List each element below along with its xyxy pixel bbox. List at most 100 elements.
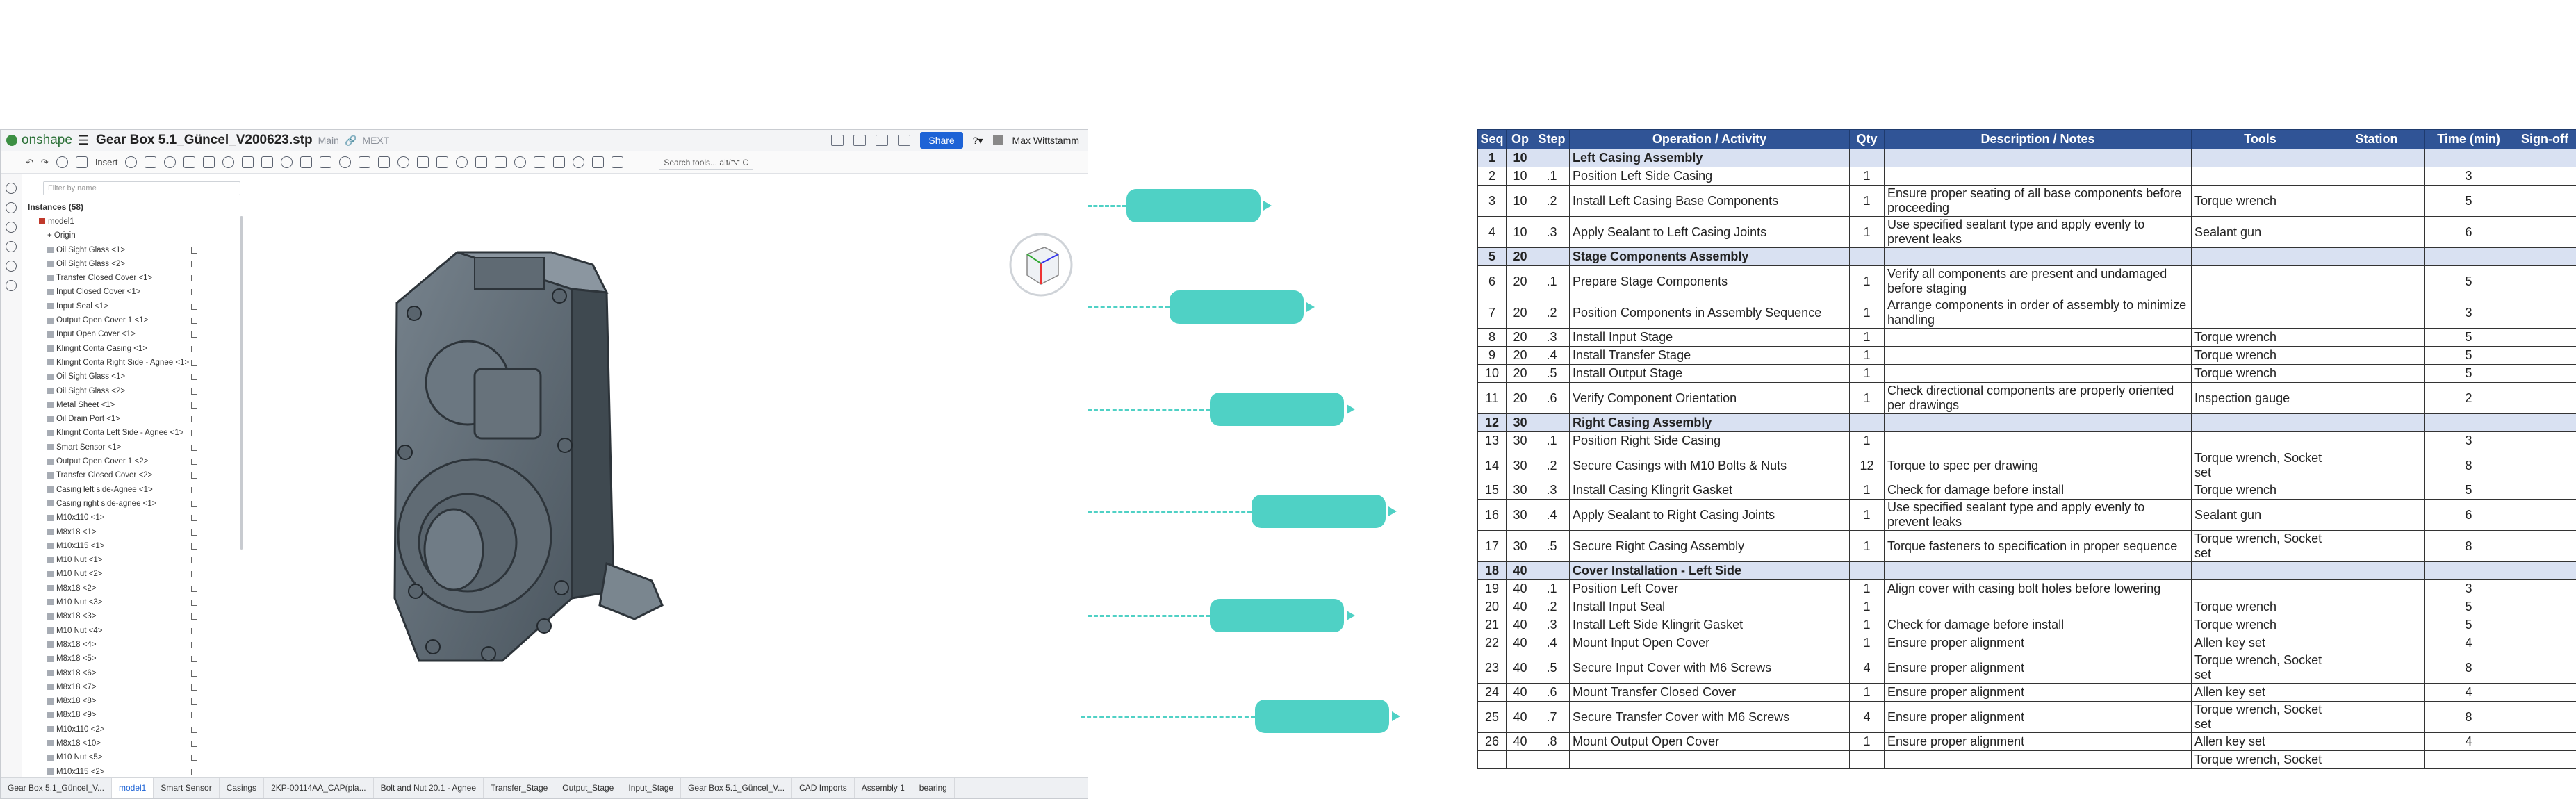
gearbox-model[interactable] [245,174,1088,779]
tool-11-icon[interactable] [320,156,332,168]
cell-tools[interactable] [2191,149,2329,167]
cell-desc[interactable]: Use specified sealant type and apply eve… [1884,216,2192,248]
cell-op[interactable]: 30 [1506,481,1534,500]
cell-activity[interactable]: Mount Transfer Closed Cover [1569,683,1850,702]
cell-qty[interactable] [1849,149,1885,167]
cell-desc[interactable] [1884,431,2192,450]
cell-station[interactable] [2329,382,2425,414]
cell-station[interactable] [2329,481,2425,500]
comments-icon[interactable] [6,183,17,194]
cell-step[interactable]: .1 [1534,579,1570,598]
cell-seq[interactable]: 2 [1477,167,1507,186]
cell-time[interactable]: 4 [2424,732,2513,751]
mate-connector-icon[interactable] [191,740,197,747]
cell-sign[interactable] [2513,149,2576,167]
tree-item[interactable]: M8x18 <2> [22,582,245,595]
mate-connector-icon[interactable] [191,543,197,550]
cell-time[interactable]: 2 [2424,382,2513,414]
tree-item[interactable]: Oil Sight Glass <2> [22,257,245,271]
tool-21-icon[interactable] [514,156,527,168]
cell-op[interactable]: 40 [1506,634,1534,652]
branch-label[interactable]: Main [318,135,339,146]
mate-connector-icon[interactable] [191,670,197,677]
insert-button[interactable]: Insert [95,157,118,167]
mate-connector-icon[interactable] [191,768,197,775]
cell-activity[interactable]: Prepare Stage Components [1569,265,1850,297]
cell-station[interactable] [2329,431,2425,450]
cell-op[interactable]: 30 [1506,431,1534,450]
panel-scrollbar[interactable] [240,216,243,550]
cell-op[interactable]: 10 [1506,216,1534,248]
cell-tools[interactable]: Inspection gauge [2191,382,2329,414]
cell-op[interactable]: 30 [1506,530,1534,562]
cell-seq[interactable]: 1 [1477,149,1507,167]
cell-time[interactable] [2424,149,2513,167]
cell-station[interactable] [2329,346,2425,365]
mate-connector-icon[interactable] [191,416,197,423]
cell-desc[interactable]: Torque fasteners to specification in pro… [1884,530,2192,562]
cell-station[interactable] [2329,634,2425,652]
tree-item[interactable]: Input Closed Cover <1> [22,285,245,299]
tree-item[interactable]: M10x115 <1> [22,539,245,553]
apps-icon[interactable] [876,135,889,146]
tree-item[interactable]: M10 Nut <5> [22,750,245,764]
cell-activity[interactable]: Secure Casings with M10 Bolts & Nuts [1569,450,1850,481]
cell-activity[interactable]: Stage Components Assembly [1569,247,1850,266]
cell-station[interactable] [2329,185,2425,217]
cell-op[interactable]: 40 [1506,652,1534,684]
mate-connector-icon[interactable] [191,641,197,648]
cell-seq[interactable]: 21 [1477,616,1507,634]
mate-connector-icon[interactable] [191,698,197,705]
cell-op[interactable]: 40 [1506,598,1534,616]
cell-seq[interactable]: 15 [1477,481,1507,500]
tree-item[interactable]: M8x18 <9> [22,708,245,722]
instances-heading[interactable]: Instances (58) [22,199,245,215]
mate-connector-icon[interactable] [191,726,197,733]
cell-qty[interactable]: 1 [1849,216,1885,248]
cell-qty[interactable]: 1 [1849,530,1885,562]
cell-sign[interactable] [2513,634,2576,652]
document-tab[interactable]: model1 [111,778,154,798]
tree-item[interactable]: M10 Nut <4> [22,624,245,638]
cell-step[interactable]: .1 [1534,265,1570,297]
mate-connector-icon[interactable] [191,656,197,663]
cell-step[interactable] [1534,247,1570,266]
cell-op[interactable]: 10 [1506,167,1534,186]
cell-qty[interactable]: 1 [1849,167,1885,186]
cell-tools[interactable]: Torque wrench [2191,185,2329,217]
document-tab[interactable]: Output_Stage [555,778,622,798]
mate-connector-icon[interactable] [191,318,197,324]
cell-qty[interactable]: 1 [1849,732,1885,751]
cell-tools[interactable] [2191,247,2329,266]
cell-station[interactable] [2329,167,2425,186]
cell-qty[interactable]: 1 [1849,579,1885,598]
cell-station[interactable] [2329,561,2425,580]
onshape-logo[interactable]: onshape [1,133,78,148]
cell-time[interactable]: 8 [2424,450,2513,481]
cell-desc[interactable] [1884,598,2192,616]
cell-qty[interactable] [1849,247,1885,266]
tool-20-icon[interactable] [495,156,507,168]
cell-tools[interactable] [2191,167,2329,186]
cell-activity[interactable]: Left Casing Assembly [1569,149,1850,167]
cell-seq[interactable]: 5 [1477,247,1507,266]
tree-item[interactable]: M10 Nut <1> [22,553,245,567]
cell-op[interactable]: 20 [1506,328,1534,347]
filter-input[interactable]: Filter by name [43,181,240,195]
mate-connector-icon[interactable] [191,627,197,634]
cell-step[interactable]: .2 [1534,450,1570,481]
tool-17-icon[interactable] [436,156,449,168]
tool-24-icon[interactable] [573,156,585,168]
cell-time[interactable]: 4 [2424,634,2513,652]
tool-9-icon[interactable] [281,156,293,168]
cell-tools[interactable] [2191,579,2329,598]
cell-qty[interactable]: 4 [1849,701,1885,733]
cell-desc[interactable]: Check for damage before install [1884,616,2192,634]
tree-item[interactable]: Oil Sight Glass <2> [22,384,245,398]
cell-sign[interactable] [2513,499,2576,531]
tool-13-icon[interactable] [359,156,371,168]
cell-op[interactable]: 30 [1506,499,1534,531]
tool-25-icon[interactable] [592,156,605,168]
document-tab[interactable]: Gear Box 5.1_Güncel_V... [681,778,793,798]
cell-station[interactable] [2329,701,2425,733]
